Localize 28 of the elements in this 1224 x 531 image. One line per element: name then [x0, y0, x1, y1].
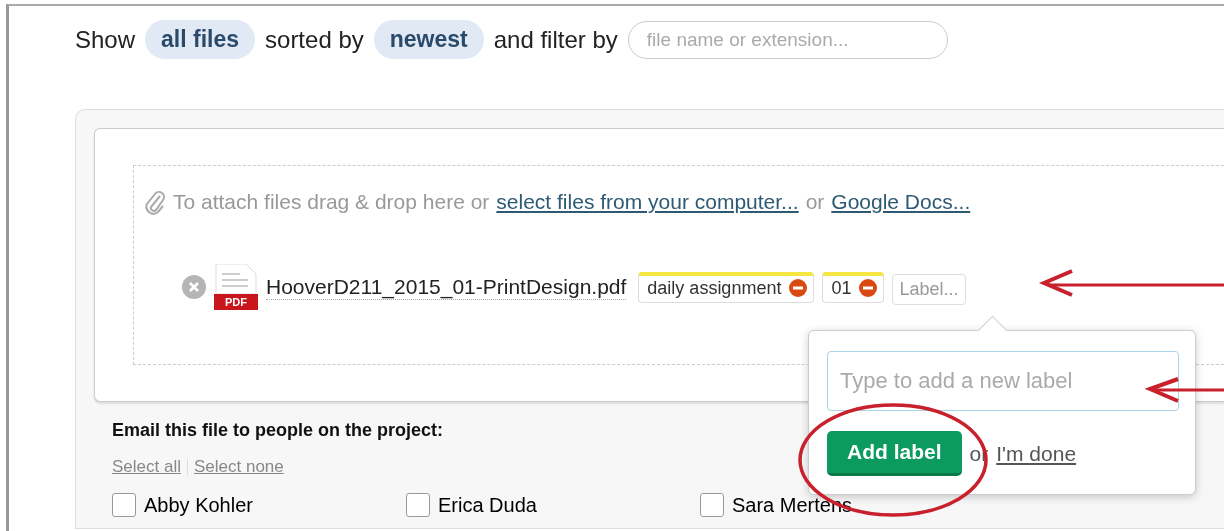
- remove-label-icon[interactable]: [789, 279, 808, 297]
- or-text: or: [805, 190, 825, 214]
- person-name: Erica Duda: [438, 493, 537, 517]
- remove-label-icon[interactable]: [859, 279, 878, 297]
- select-files-link[interactable]: select files from your computer...: [496, 190, 799, 214]
- checkbox[interactable]: [406, 493, 430, 517]
- paperclip-icon: [144, 188, 166, 216]
- person-name: Abby Kohler: [144, 493, 253, 517]
- remove-icon[interactable]: [182, 275, 206, 299]
- file-scope-dropdown[interactable]: all files: [145, 20, 256, 59]
- attach-prompt: To attach files drag & drop here or: [173, 190, 490, 214]
- sorted-by-label: sorted by: [265, 25, 364, 54]
- label-text: daily assignment: [647, 277, 782, 299]
- checkbox[interactable]: [112, 493, 136, 517]
- google-docs-link[interactable]: Google Docs...: [831, 190, 971, 214]
- file-name: HooverD211_2015_01-PrintDesign.pdf: [266, 274, 627, 300]
- pdf-badge: PDF: [214, 294, 258, 310]
- show-label: Show: [75, 25, 136, 54]
- label-text: 01: [831, 277, 852, 299]
- checkbox[interactable]: [700, 493, 724, 517]
- sort-dropdown[interactable]: newest: [373, 20, 484, 59]
- document-icon: [214, 264, 258, 294]
- add-label-submit-button[interactable]: Add label: [827, 431, 962, 476]
- email-heading: Email this file to people on the project:: [112, 420, 445, 441]
- done-link[interactable]: I'm done: [996, 441, 1077, 466]
- filter-field[interactable]: file name or extension...: [627, 20, 948, 59]
- filter-label: and filter by: [493, 25, 618, 54]
- new-label-field[interactable]: Type to add a new label: [827, 351, 1179, 411]
